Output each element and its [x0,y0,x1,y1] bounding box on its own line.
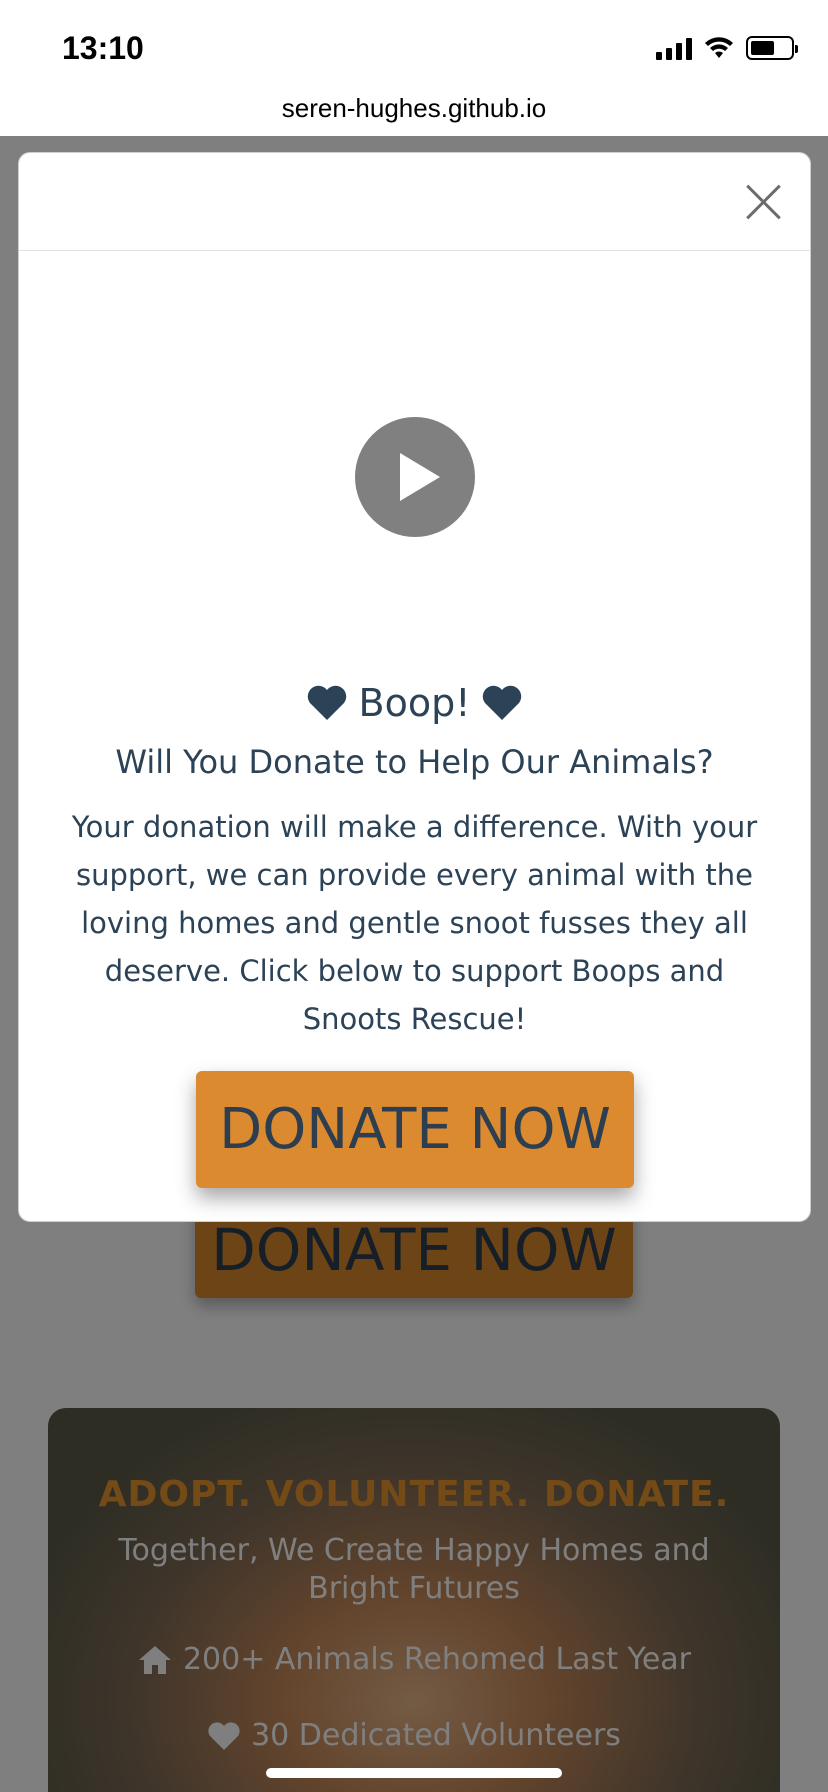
home-indicator[interactable] [266,1768,562,1778]
cellular-signal-icon [656,36,692,60]
heart-icon [483,685,522,720]
video-player[interactable] [19,253,810,673]
status-time: 13:10 [62,30,144,66]
modal-header [19,153,810,251]
play-button[interactable] [355,417,475,537]
modal-question: Will You Donate to Help Our Animals? [115,743,714,781]
url-bar[interactable]: seren-hughes.github.io [0,86,828,136]
status-icons [656,36,798,60]
modal-heading: Boop! [19,681,810,725]
donate-modal: Boop! Will You Donate to Help Our Animal… [18,152,811,1222]
url-text: seren-hughes.github.io [281,93,547,123]
donate-now-button[interactable]: DONATE NOW [196,1071,634,1188]
battery-icon [746,36,798,60]
modal-heading-text: Boop! [358,681,471,725]
close-icon[interactable] [744,183,782,221]
modal-body-text: Your donation will make a difference. Wi… [71,810,758,1036]
wifi-icon [705,37,733,58]
heart-icon [307,685,346,720]
status-bar: 13:10 [0,0,828,100]
